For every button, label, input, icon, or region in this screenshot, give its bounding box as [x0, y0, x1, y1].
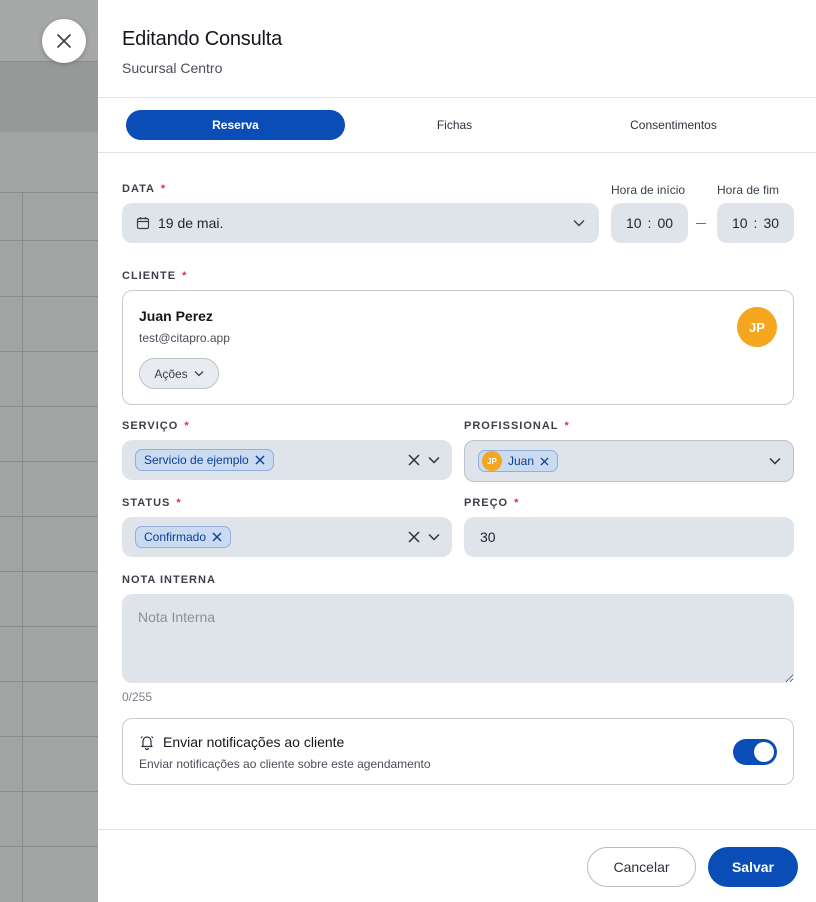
end-minute: 30 [763, 215, 780, 231]
actions-label: Ações [154, 366, 188, 381]
status-chip: Confirmado [135, 526, 232, 548]
grid-line [0, 736, 98, 737]
tab-reserva[interactable]: Reserva [126, 110, 345, 140]
required-marker: * [184, 420, 190, 432]
notifications-title: Enviar notificações ao cliente [163, 734, 345, 750]
remove-chip-icon[interactable] [212, 532, 222, 542]
date-value: 19 de mai. [158, 215, 224, 231]
client-label: CLIENTE * [122, 270, 187, 282]
grid-line [0, 571, 98, 572]
required-marker: * [182, 270, 188, 282]
character-counter: 0/255 [122, 690, 153, 704]
remove-chip-icon[interactable] [255, 455, 265, 465]
date-label-text: DATA [122, 183, 155, 195]
time-separator: : [647, 215, 652, 231]
price-label-text: PREÇO [464, 497, 509, 509]
start-time-input[interactable]: 10 : 00 [611, 203, 688, 243]
client-avatar: JP [737, 307, 777, 347]
clear-icon[interactable] [408, 531, 420, 543]
status-chip-label: Confirmado [144, 530, 207, 544]
grid-line [0, 406, 98, 407]
service-chip-label: Servicio de ejemplo [144, 453, 249, 467]
date-picker[interactable]: 19 de mai. [122, 203, 599, 243]
status-select[interactable]: Confirmado [122, 517, 452, 557]
service-chip: Servicio de ejemplo [135, 449, 274, 471]
close-icon [57, 34, 71, 48]
chevron-down-icon [194, 371, 204, 377]
grid-line [0, 791, 98, 792]
notifications-card: Enviar notificações ao cliente Enviar no… [122, 718, 794, 785]
professional-avatar: JP [482, 451, 502, 471]
bell-icon [140, 736, 154, 750]
date-label: DATA * [122, 183, 166, 195]
professional-select[interactable]: JP Juan [464, 440, 794, 482]
chevron-down-icon[interactable] [428, 533, 440, 541]
cancel-button[interactable]: Cancelar [587, 847, 696, 887]
tab-fichas[interactable]: Fichas [345, 110, 564, 140]
service-select[interactable]: Servicio de ejemplo [122, 440, 452, 480]
required-marker: * [176, 497, 182, 509]
grid-line [0, 626, 98, 627]
status-label-text: STATUS [122, 497, 171, 509]
tab-bar: Reserva Fichas Consentimentos [98, 98, 816, 153]
status-label: STATUS * [122, 497, 182, 509]
service-label: SERVIÇO * [122, 420, 190, 432]
required-marker: * [564, 420, 570, 432]
background-calendar [0, 0, 98, 902]
time-range-dash [696, 223, 706, 224]
save-button[interactable]: Salvar [708, 847, 798, 887]
close-panel-button[interactable] [42, 19, 86, 63]
internal-note-textarea[interactable] [122, 594, 794, 683]
tab-consentimentos[interactable]: Consentimentos [564, 110, 783, 140]
background-header [0, 62, 98, 132]
edit-appointment-panel: Editando Consulta Sucursal Centro Reserv… [98, 0, 816, 902]
professional-label-text: PROFISSIONAL [464, 420, 559, 432]
professional-chip: JP Juan [478, 450, 559, 472]
client-card: Juan Perez test@citapro.app Ações JP [122, 290, 794, 405]
clear-icon[interactable] [408, 454, 420, 466]
calendar-icon [136, 217, 150, 230]
time-separator: : [753, 215, 758, 231]
page-subtitle: Sucursal Centro [122, 60, 223, 76]
panel-footer: Cancelar Salvar [98, 829, 816, 902]
start-hour: 10 [625, 215, 642, 231]
toggle-knob [754, 742, 774, 762]
client-actions-button[interactable]: Ações [139, 358, 219, 389]
professional-chip-label: Juan [508, 454, 535, 468]
required-marker: * [514, 497, 520, 509]
required-marker: * [160, 183, 167, 195]
price-label: PREÇO * [464, 497, 519, 509]
chevron-down-icon[interactable] [769, 457, 781, 465]
grid-line [0, 296, 98, 297]
remove-chip-icon[interactable] [540, 456, 549, 466]
grid-line [0, 351, 98, 352]
grid-line [22, 192, 23, 902]
page-title: Editando Consulta [122, 28, 283, 50]
price-value: 30 [480, 529, 496, 545]
notifications-description: Enviar notificações ao cliente sobre est… [139, 757, 431, 771]
chevron-down-icon [573, 220, 585, 227]
notifications-toggle[interactable] [733, 739, 777, 765]
client-name: Juan Perez [139, 308, 213, 324]
start-minute: 00 [657, 215, 674, 231]
client-email: test@citapro.app [139, 331, 230, 345]
end-time-input[interactable]: 10 : 30 [717, 203, 794, 243]
start-time-label: Hora de início [611, 183, 686, 197]
service-label-text: SERVIÇO [122, 420, 179, 432]
professional-label: PROFISSIONAL * [464, 420, 570, 432]
chevron-down-icon[interactable] [428, 456, 440, 464]
grid-line [0, 681, 98, 682]
note-label: NOTA INTERNA [122, 574, 216, 586]
grid-line [0, 192, 98, 193]
grid-line [0, 516, 98, 517]
client-label-text: CLIENTE [122, 270, 177, 282]
end-hour: 10 [731, 215, 748, 231]
grid-line [0, 461, 98, 462]
grid-line [0, 846, 98, 847]
panel-header: Editando Consulta Sucursal Centro [98, 0, 816, 98]
end-time-label: Hora de fim [717, 183, 780, 197]
price-input[interactable]: 30 [464, 517, 794, 557]
grid-line [0, 240, 98, 241]
